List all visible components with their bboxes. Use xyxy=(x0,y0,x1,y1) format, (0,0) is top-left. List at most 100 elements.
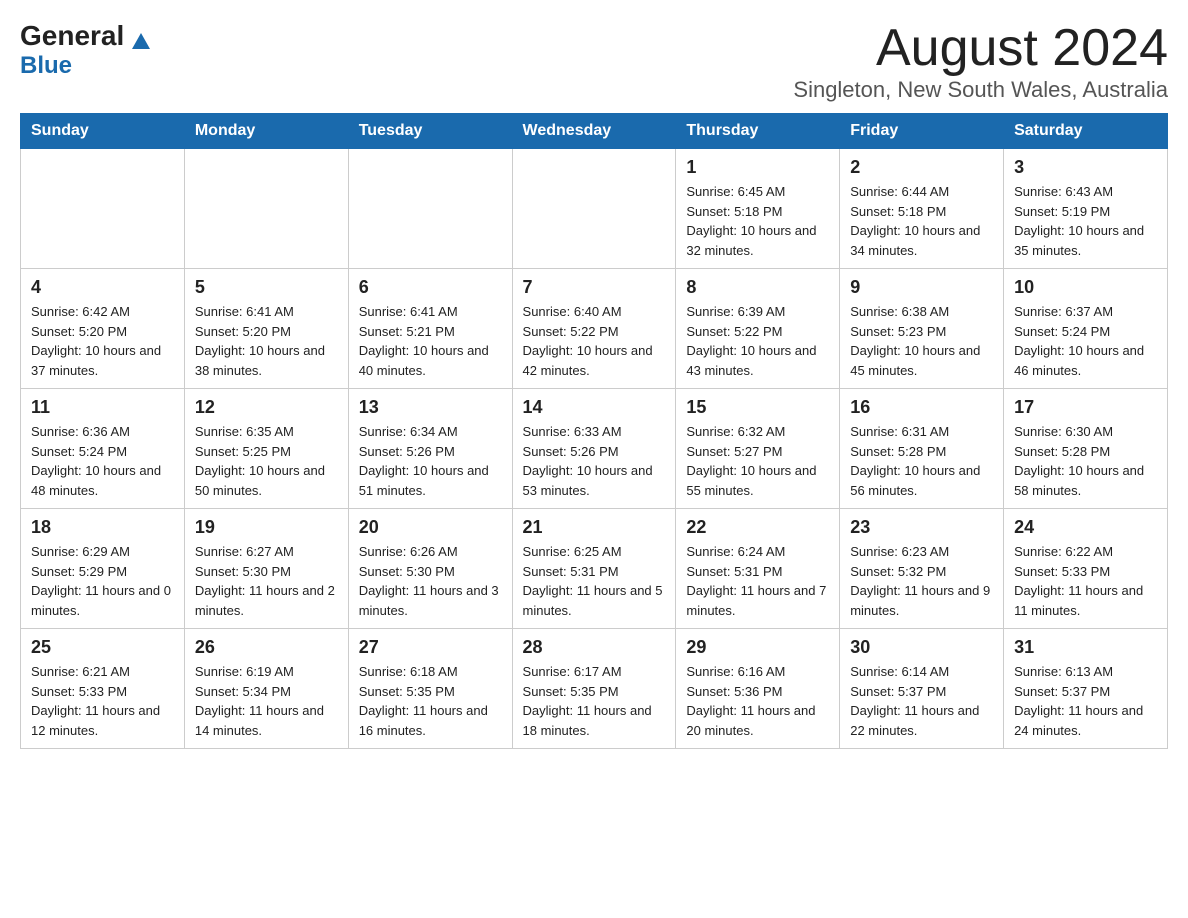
weekday-header-row: SundayMondayTuesdayWednesdayThursdayFrid… xyxy=(21,114,1168,149)
calendar-cell: 2 Sunrise: 6:44 AMSunset: 5:18 PMDaylight… xyxy=(840,149,1004,269)
day-info: Sunrise: 6:24 AMSunset: 5:31 PMDaylight:… xyxy=(686,542,829,620)
day-info: Sunrise: 6:32 AMSunset: 5:27 PMDaylight:… xyxy=(686,422,829,500)
day-number: 25 xyxy=(31,637,174,658)
calendar-cell: 3Sunrise: 6:43 AMSunset: 5:19 PMDaylight… xyxy=(1004,149,1168,269)
day-number: 23 xyxy=(850,517,993,538)
day-number: 20 xyxy=(359,517,502,538)
page-header: General Blue August 2024 Singleton, New … xyxy=(20,20,1168,103)
day-info: Sunrise: 6:41 AMSunset: 5:21 PMDaylight:… xyxy=(359,302,502,380)
calendar-cell: 14 Sunrise: 6:33 AMSunset: 5:26 PMDayligh… xyxy=(512,389,676,509)
calendar-cell: 23Sunrise: 6:23 AMSunset: 5:32 PMDayligh… xyxy=(840,509,1004,629)
calendar-cell: 10 Sunrise: 6:37 AMSunset: 5:24 PMDayligh… xyxy=(1004,269,1168,389)
weekday-header-friday: Friday xyxy=(840,114,1004,149)
day-number: 30 xyxy=(850,637,993,658)
calendar-cell: 5 Sunrise: 6:41 AMSunset: 5:20 PMDaylight… xyxy=(184,269,348,389)
day-info: Sunrise: 6:40 AMSunset: 5:22 PMDaylight:… xyxy=(523,302,666,380)
day-info: Sunrise: 6:27 AMSunset: 5:30 PMDaylight:… xyxy=(195,542,338,620)
calendar-cell: 21Sunrise: 6:25 AMSunset: 5:31 PMDayligh… xyxy=(512,509,676,629)
day-info: Sunrise: 6:31 AMSunset: 5:28 PMDaylight:… xyxy=(850,422,993,500)
day-number: 16 xyxy=(850,397,993,418)
calendar-cell: 4 Sunrise: 6:42 AMSunset: 5:20 PMDaylight… xyxy=(21,269,185,389)
day-number: 13 xyxy=(359,397,502,418)
day-number: 14 xyxy=(523,397,666,418)
day-info: Sunrise: 6:37 AMSunset: 5:24 PMDaylight:… xyxy=(1014,302,1157,380)
weekday-header-thursday: Thursday xyxy=(676,114,840,149)
calendar-cell: 30 Sunrise: 6:14 AMSunset: 5:37 PMDayligh… xyxy=(840,629,1004,749)
day-info: Sunrise: 6:45 AMSunset: 5:18 PMDaylight:… xyxy=(686,182,829,260)
day-number: 2 xyxy=(850,157,993,178)
day-info: Sunrise: 6:36 AMSunset: 5:24 PMDaylight:… xyxy=(31,422,174,500)
day-number: 18 xyxy=(31,517,174,538)
day-info: Sunrise: 6:41 AMSunset: 5:20 PMDaylight:… xyxy=(195,302,338,380)
day-number: 17 xyxy=(1014,397,1157,418)
day-number: 8 xyxy=(686,277,829,298)
day-number: 15 xyxy=(686,397,829,418)
day-info: Sunrise: 6:39 AMSunset: 5:22 PMDaylight:… xyxy=(686,302,829,380)
day-number: 28 xyxy=(523,637,666,658)
calendar-cell xyxy=(348,149,512,269)
calendar-cell: 27 Sunrise: 6:18 AMSunset: 5:35 PMDayligh… xyxy=(348,629,512,749)
day-info: Sunrise: 6:22 AMSunset: 5:33 PMDaylight:… xyxy=(1014,542,1157,620)
calendar-cell: 17 Sunrise: 6:30 AMSunset: 5:28 PMDayligh… xyxy=(1004,389,1168,509)
day-info: Sunrise: 6:26 AMSunset: 5:30 PMDaylight:… xyxy=(359,542,502,620)
day-number: 27 xyxy=(359,637,502,658)
calendar-cell: 1Sunrise: 6:45 AMSunset: 5:18 PMDaylight… xyxy=(676,149,840,269)
calendar-table: SundayMondayTuesdayWednesdayThursdayFrid… xyxy=(20,113,1168,749)
calendar-cell: 19 Sunrise: 6:27 AMSunset: 5:30 PMDayligh… xyxy=(184,509,348,629)
day-info: Sunrise: 6:34 AMSunset: 5:26 PMDaylight:… xyxy=(359,422,502,500)
day-number: 5 xyxy=(195,277,338,298)
calendar-week-row: 18Sunrise: 6:29 AMSunset: 5:29 PMDayligh… xyxy=(21,509,1168,629)
weekday-header-wednesday: Wednesday xyxy=(512,114,676,149)
weekday-header-saturday: Saturday xyxy=(1004,114,1168,149)
calendar-cell: 8 Sunrise: 6:39 AMSunset: 5:22 PMDaylight… xyxy=(676,269,840,389)
calendar-cell: 15 Sunrise: 6:32 AMSunset: 5:27 PMDayligh… xyxy=(676,389,840,509)
day-info: Sunrise: 6:44 AMSunset: 5:18 PMDaylight:… xyxy=(850,182,993,260)
day-number: 10 xyxy=(1014,277,1157,298)
calendar-week-row: 4 Sunrise: 6:42 AMSunset: 5:20 PMDaylight… xyxy=(21,269,1168,389)
calendar-cell: 20 Sunrise: 6:26 AMSunset: 5:30 PMDayligh… xyxy=(348,509,512,629)
calendar-cell: 31Sunrise: 6:13 AMSunset: 5:37 PMDayligh… xyxy=(1004,629,1168,749)
day-number: 22 xyxy=(686,517,829,538)
calendar-cell: 7 Sunrise: 6:40 AMSunset: 5:22 PMDaylight… xyxy=(512,269,676,389)
day-number: 12 xyxy=(195,397,338,418)
calendar-cell: 11Sunrise: 6:36 AMSunset: 5:24 PMDayligh… xyxy=(21,389,185,509)
day-info: Sunrise: 6:21 AMSunset: 5:33 PMDaylight:… xyxy=(31,662,174,740)
calendar-cell xyxy=(512,149,676,269)
calendar-cell: 28Sunrise: 6:17 AMSunset: 5:35 PMDayligh… xyxy=(512,629,676,749)
location-subtitle: Singleton, New South Wales, Australia xyxy=(793,77,1168,103)
logo: General Blue xyxy=(20,20,150,80)
calendar-cell: 26Sunrise: 6:19 AMSunset: 5:34 PMDayligh… xyxy=(184,629,348,749)
calendar-cell: 29Sunrise: 6:16 AMSunset: 5:36 PMDayligh… xyxy=(676,629,840,749)
day-number: 29 xyxy=(686,637,829,658)
day-number: 26 xyxy=(195,637,338,658)
day-number: 24 xyxy=(1014,517,1157,538)
day-info: Sunrise: 6:18 AMSunset: 5:35 PMDaylight:… xyxy=(359,662,502,740)
logo-triangle-icon xyxy=(132,33,150,49)
day-info: Sunrise: 6:30 AMSunset: 5:28 PMDaylight:… xyxy=(1014,422,1157,500)
day-info: Sunrise: 6:38 AMSunset: 5:23 PMDaylight:… xyxy=(850,302,993,380)
calendar-cell: 9 Sunrise: 6:38 AMSunset: 5:23 PMDaylight… xyxy=(840,269,1004,389)
day-info: Sunrise: 6:14 AMSunset: 5:37 PMDaylight:… xyxy=(850,662,993,740)
calendar-week-row: 1Sunrise: 6:45 AMSunset: 5:18 PMDaylight… xyxy=(21,149,1168,269)
calendar-cell: 12 Sunrise: 6:35 AMSunset: 5:25 PMDayligh… xyxy=(184,389,348,509)
title-block: August 2024 Singleton, New South Wales, … xyxy=(793,20,1168,103)
calendar-cell: 18Sunrise: 6:29 AMSunset: 5:29 PMDayligh… xyxy=(21,509,185,629)
day-number: 4 xyxy=(31,277,174,298)
calendar-cell: 24 Sunrise: 6:22 AMSunset: 5:33 PMDayligh… xyxy=(1004,509,1168,629)
day-info: Sunrise: 6:25 AMSunset: 5:31 PMDaylight:… xyxy=(523,542,666,620)
calendar-week-row: 25 Sunrise: 6:21 AMSunset: 5:33 PMDayligh… xyxy=(21,629,1168,749)
logo-blue: Blue xyxy=(20,52,72,80)
calendar-week-row: 11Sunrise: 6:36 AMSunset: 5:24 PMDayligh… xyxy=(21,389,1168,509)
day-info: Sunrise: 6:33 AMSunset: 5:26 PMDaylight:… xyxy=(523,422,666,500)
day-info: Sunrise: 6:35 AMSunset: 5:25 PMDaylight:… xyxy=(195,422,338,500)
weekday-header-sunday: Sunday xyxy=(21,114,185,149)
calendar-cell xyxy=(21,149,185,269)
calendar-cell: 13 Sunrise: 6:34 AMSunset: 5:26 PMDayligh… xyxy=(348,389,512,509)
day-number: 31 xyxy=(1014,637,1157,658)
day-info: Sunrise: 6:42 AMSunset: 5:20 PMDaylight:… xyxy=(31,302,174,380)
day-number: 3 xyxy=(1014,157,1157,178)
day-number: 7 xyxy=(523,277,666,298)
day-number: 9 xyxy=(850,277,993,298)
day-number: 19 xyxy=(195,517,338,538)
calendar-cell: 25 Sunrise: 6:21 AMSunset: 5:33 PMDayligh… xyxy=(21,629,185,749)
